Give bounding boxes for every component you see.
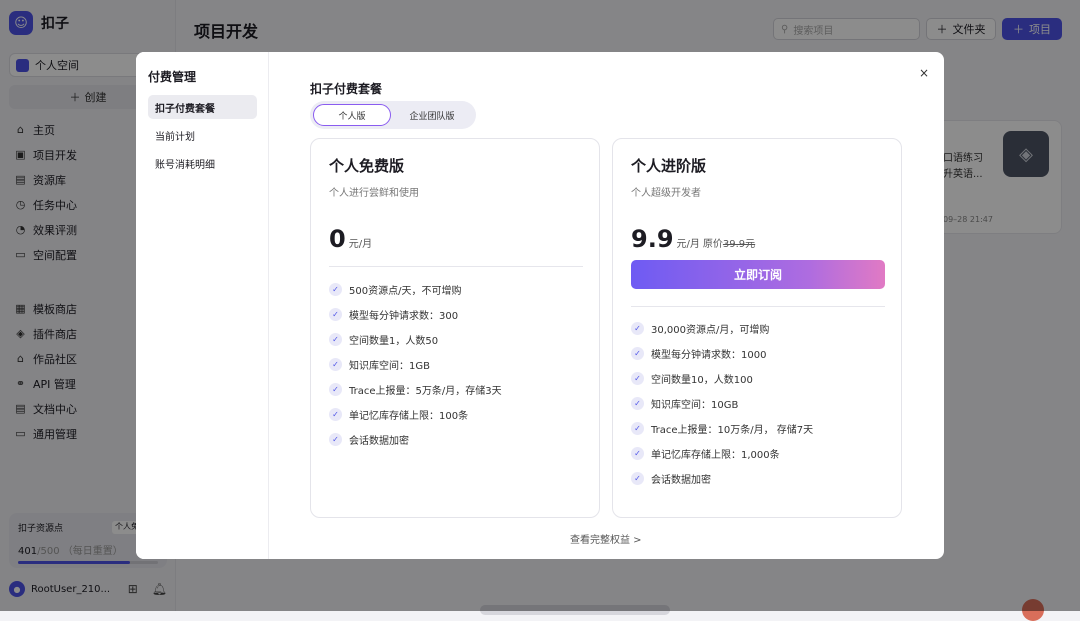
price-unit: 元/月 (676, 239, 700, 250)
feature-label: 单记忆库存储上限：1,000条 (651, 450, 780, 461)
original-price-label: 原价 (702, 239, 723, 250)
pro-plan-features: ✓ 30,000资源点/月，可增购 ✓ 模型每分钟请求数：1000 ✓ 空间数量10，人数… (631, 316, 813, 491)
close-icon[interactable]: × (919, 66, 929, 80)
feature-label: 会话数据加密 (349, 436, 409, 447)
feature-item: ✓ 单记忆库存储上限：1,000条 (631, 441, 813, 466)
plans-title: 扣子付费套餐 (310, 82, 383, 96)
pro-plan-card: 个人进阶版 个人超级开发者 9.9 元/月 原价39.9元 立即订阅 ✓ 30,0… (612, 138, 902, 518)
check-icon: ✓ (329, 433, 342, 446)
feature-label: 知识库空间：10GB (651, 400, 739, 411)
feature-label: 模型每分钟请求数：300 (349, 311, 459, 322)
check-icon: ✓ (631, 472, 644, 485)
feature-label: 500资源点/天，不可增购 (349, 286, 462, 297)
modal-title: 付费管理 (148, 70, 197, 84)
price-value: 0 (329, 225, 346, 253)
pro-plan-price: 9.9 元/月 原价39.9元 (631, 225, 755, 253)
feature-item: ✓ 知识库空间：1GB (329, 352, 502, 377)
check-icon: ✓ (631, 422, 644, 435)
view-full-benefits-link[interactable]: 查看完整权益 > (570, 531, 642, 546)
free-plan-subtitle: 个人进行尝鲜和使用 (329, 188, 419, 199)
check-icon: ✓ (329, 308, 342, 321)
feature-item: ✓ 会话数据加密 (329, 427, 502, 452)
check-icon: ✓ (631, 447, 644, 460)
feature-label: 30,000资源点/月，可增购 (651, 325, 770, 336)
plan-tabs: 个人版 企业团队版 (310, 101, 476, 129)
feature-item: ✓ 空间数量10，人数100 (631, 366, 813, 391)
feature-label: 模型每分钟请求数：1000 (651, 350, 767, 361)
feature-label: Trace上报量：5万条/月，存储3天 (349, 386, 502, 397)
original-price: 原价39.9元 (703, 235, 755, 250)
pro-plan-subtitle: 个人超级开发者 (631, 188, 701, 199)
free-plan-title: 个人免费版 (329, 157, 405, 175)
free-plan-price: 0 元/月 (329, 225, 372, 253)
feature-label: Trace上报量：10万条/月， 存储7天 (651, 425, 814, 436)
menu-item-plans[interactable]: 扣子付费套餐 (148, 95, 257, 119)
billing-modal: 付费管理 扣子付费套餐 当前计划 账号消耗明细 × 扣子付费套餐 个人版 企业团… (136, 52, 944, 559)
subscribe-button[interactable]: 立即订阅 (631, 260, 885, 289)
menu-item-usage-detail[interactable]: 账号消耗明细 (148, 151, 257, 175)
check-icon: ✓ (329, 283, 342, 296)
feature-item: ✓ 知识库空间：10GB (631, 391, 813, 416)
free-plan-features: ✓ 500资源点/天，不可增购 ✓ 模型每分钟请求数：300 ✓ 空间数量1，人数50 ✓ 知… (329, 277, 502, 452)
price-unit: 元/月 (348, 239, 373, 250)
feature-item: ✓ 空间数量1，人数50 (329, 327, 502, 352)
divider (329, 266, 583, 267)
feature-label: 会话数据加密 (651, 475, 711, 486)
feature-label: 知识库空间：1GB (349, 361, 430, 372)
check-icon: ✓ (329, 408, 342, 421)
feature-item: ✓ 单记忆库存储上限：100条 (329, 402, 502, 427)
check-icon: ✓ (631, 322, 644, 335)
check-icon: ✓ (329, 333, 342, 346)
feature-item: ✓ Trace上报量：10万条/月， 存储7天 (631, 416, 813, 441)
tab-personal[interactable]: 个人版 (313, 104, 391, 126)
feature-label: 空间数量10，人数100 (651, 375, 753, 386)
divider (631, 306, 885, 307)
menu-item-current-plan[interactable]: 当前计划 (148, 123, 257, 147)
feature-label: 单记忆库存储上限：100条 (349, 411, 469, 422)
price-value: 9.9 (631, 225, 674, 253)
tab-enterprise[interactable]: 企业团队版 (391, 104, 473, 126)
original-price-value: 39.9元 (722, 239, 756, 250)
check-icon: ✓ (631, 372, 644, 385)
check-icon: ✓ (631, 397, 644, 410)
free-plan-card: 个人免费版 个人进行尝鲜和使用 0 元/月 ✓ 500资源点/天，不可增购 ✓ 模型每… (310, 138, 600, 518)
feature-item: ✓ 模型每分钟请求数：1000 (631, 341, 813, 366)
check-icon: ✓ (631, 347, 644, 360)
modal-sidebar: 付费管理 扣子付费套餐 当前计划 账号消耗明细 (136, 52, 269, 559)
feature-item: ✓ 模型每分钟请求数：300 (329, 302, 502, 327)
feature-label: 空间数量1，人数50 (349, 336, 439, 347)
feature-item: ✓ 30,000资源点/月，可增购 (631, 316, 813, 341)
feature-item: ✓ Trace上报量：5万条/月，存储3天 (329, 377, 502, 402)
check-icon: ✓ (329, 383, 342, 396)
pro-plan-title: 个人进阶版 (631, 157, 707, 175)
feature-item: ✓ 会话数据加密 (631, 466, 813, 491)
check-icon: ✓ (329, 358, 342, 371)
feature-item: ✓ 500资源点/天，不可增购 (329, 277, 502, 302)
